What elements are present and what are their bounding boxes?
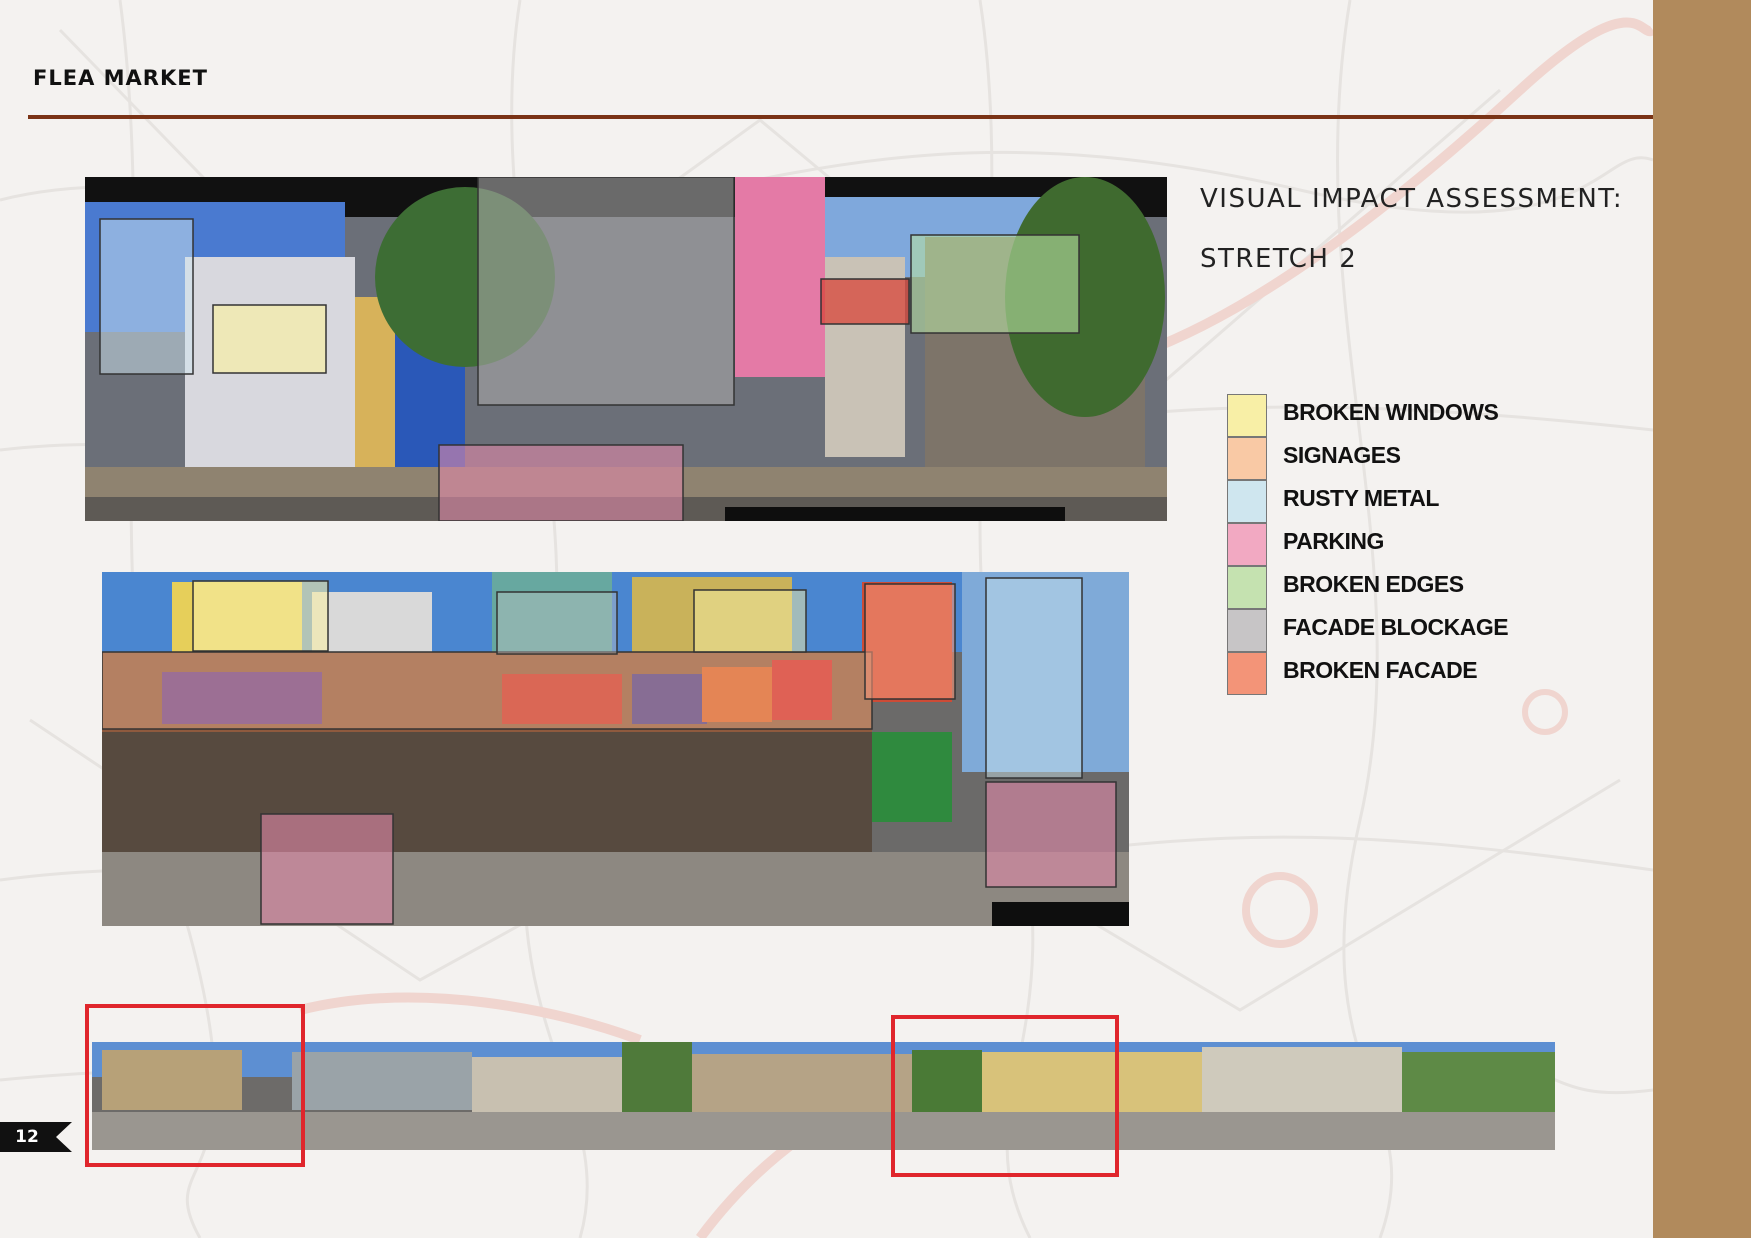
legend-label: BROKEN WINDOWS [1283,399,1499,425]
legend-swatch [1227,652,1267,695]
overview-panorama-strip [92,1042,1555,1150]
street-photo-lower [102,572,1129,926]
legend-swatch [1227,480,1267,523]
legend-swatch [1227,566,1267,609]
document-title: FLEA MARKET [33,66,208,90]
assessment-heading: VISUAL IMPACT ASSESSMENT: [1200,184,1624,214]
legend-swatch [1227,394,1267,437]
assessment-subheading: STRETCH 2 [1200,244,1358,274]
legend-label: SIGNAGES [1283,442,1401,468]
street-photo-upper [85,177,1167,521]
legend-label: PARKING [1283,528,1384,554]
location-highlight-1 [85,1004,305,1167]
legend-label: BROKEN FACADE [1283,657,1478,683]
title-divider [28,115,1653,119]
location-highlight-2 [891,1015,1119,1177]
legend-label: FACADE BLOCKAGE [1283,614,1509,640]
legend-swatch [1227,523,1267,566]
legend-swatch [1227,437,1267,480]
legend-swatch [1227,609,1267,652]
side-color-band [1653,0,1751,1238]
page-number: 12 [15,1127,39,1147]
legend-label: RUSTY METAL [1283,485,1439,511]
legend-label: BROKEN EDGES [1283,571,1464,597]
